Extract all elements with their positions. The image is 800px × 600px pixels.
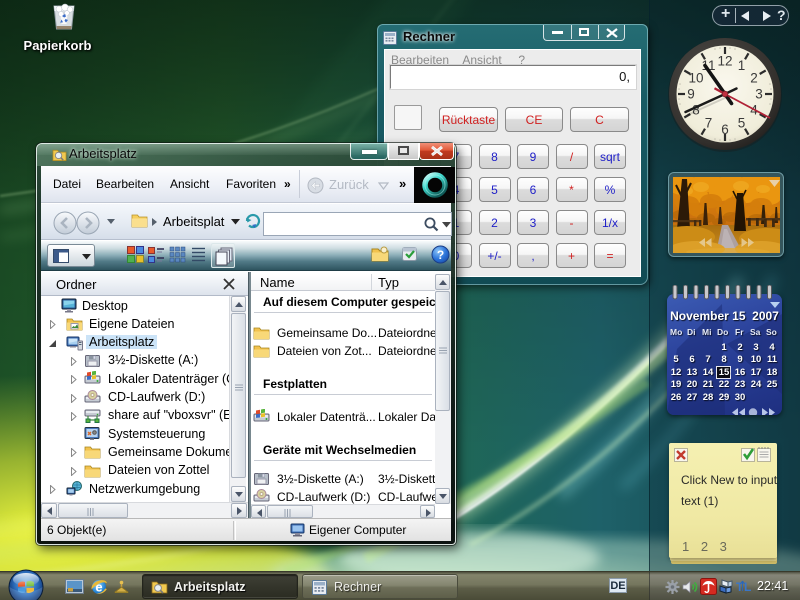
- svg-text:3: 3: [755, 87, 763, 102]
- svg-text:?: ?: [437, 248, 444, 262]
- svg-text:6: 6: [721, 122, 729, 137]
- svg-text:5: 5: [738, 116, 746, 131]
- svg-text:9: 9: [687, 87, 695, 102]
- svg-text:7: 7: [705, 116, 713, 131]
- svg-text:2: 2: [750, 71, 758, 86]
- svg-text:12: 12: [717, 54, 732, 69]
- svg-text:L: L: [744, 580, 751, 594]
- svg-text:1: 1: [738, 58, 746, 73]
